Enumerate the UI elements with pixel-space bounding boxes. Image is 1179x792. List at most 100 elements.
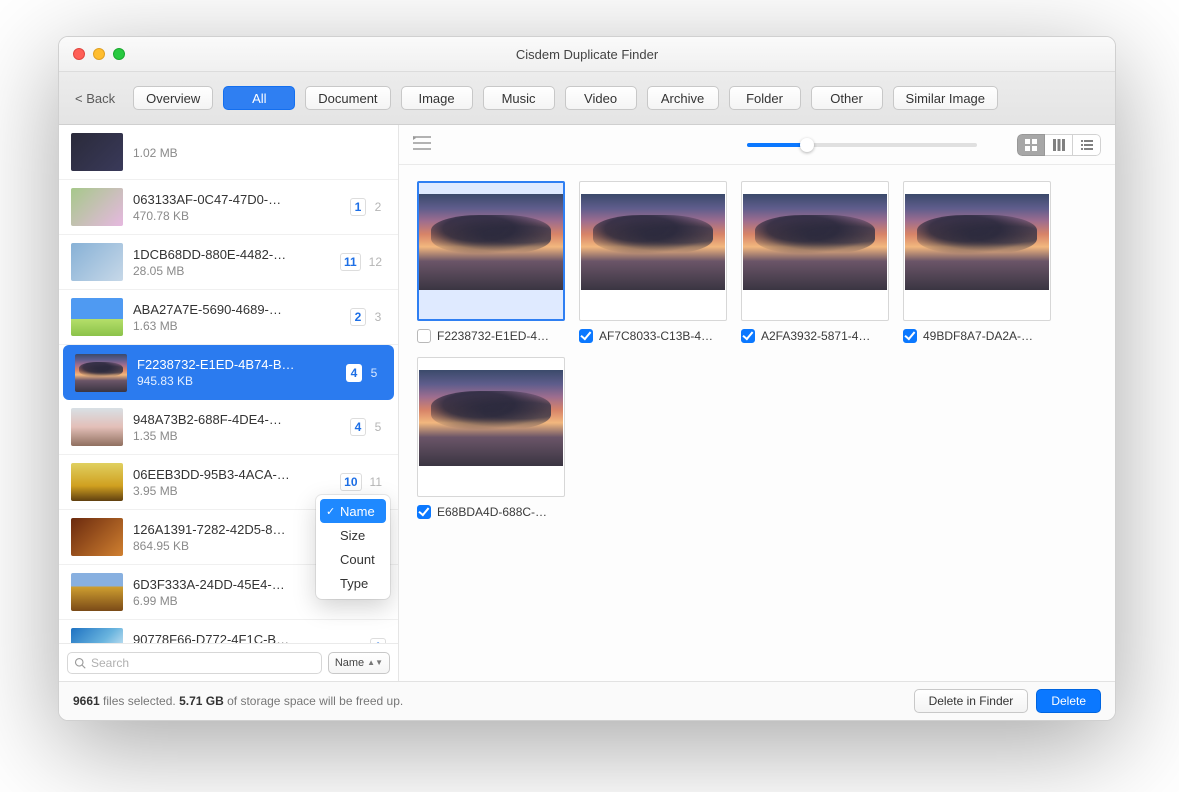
- thumbnail: [71, 628, 123, 643]
- sort-button[interactable]: Name ▲▼: [328, 652, 390, 674]
- tab-document[interactable]: Document: [305, 86, 390, 110]
- slider-knob[interactable]: [800, 138, 814, 152]
- tab-archive[interactable]: Archive: [647, 86, 719, 110]
- view-mode-toggle: [1017, 134, 1101, 156]
- minimize-icon[interactable]: [93, 48, 105, 60]
- checkbox[interactable]: [741, 329, 755, 343]
- view-grid-button[interactable]: [1017, 134, 1045, 156]
- list-item[interactable]: 063133AF-0C47-47D0-… 470.78 KB 1 2: [59, 180, 398, 235]
- count-selected: 1: [370, 638, 386, 643]
- checkbox[interactable]: [417, 329, 431, 343]
- sidebar-footer: Name ▲▼: [59, 643, 398, 681]
- checkbox[interactable]: [579, 329, 593, 343]
- count-selected: 4: [346, 364, 362, 382]
- item-name: AF7C8033-C13B-4…: [599, 329, 727, 343]
- tab-similar-image[interactable]: Similar Image: [893, 86, 998, 110]
- footer: 9661 files selected. 5.71 GB of storage …: [59, 681, 1115, 720]
- main-panel: F2238732-E1ED-4… AF7C8033-C13B-4…: [399, 125, 1115, 681]
- sort-option-size[interactable]: Size: [320, 523, 386, 547]
- delete-button[interactable]: Delete: [1036, 689, 1101, 713]
- item-size: 1.63 MB: [133, 319, 340, 333]
- thumbnail: [71, 463, 123, 501]
- list-item[interactable]: ABA27A7E-5690-4689-… 1.63 MB 2 3: [59, 290, 398, 345]
- item-name: F2238732-E1ED-4B74-B…: [137, 357, 336, 372]
- search-icon: [74, 657, 86, 669]
- count-selected: 11: [340, 253, 361, 271]
- traffic-lights: [59, 48, 125, 60]
- item-size: 1.35 MB: [133, 429, 340, 443]
- thumbnail: [579, 181, 727, 321]
- list-item[interactable]: 1DCB68DD-880E-4482-… 28.05 MB 11 12: [59, 235, 398, 290]
- tab-music[interactable]: Music: [483, 86, 555, 110]
- count-total: 2: [370, 198, 386, 216]
- tab-image[interactable]: Image: [401, 86, 473, 110]
- search-input[interactable]: [91, 656, 315, 670]
- thumbnail: [71, 298, 123, 336]
- item-size: 28.05 MB: [133, 264, 330, 278]
- item-counts: 2 3: [350, 308, 386, 326]
- sidebar-list[interactable]: 1.02 MB 063133AF-0C47-47D0-… 470.78 KB 1…: [59, 125, 398, 643]
- grid-item[interactable]: E68BDA4D-688C-…: [417, 357, 565, 519]
- item-name: F2238732-E1ED-4…: [437, 329, 565, 343]
- thumbnail: [71, 243, 123, 281]
- sort-option-type[interactable]: Type: [320, 571, 386, 595]
- item-name: A2FA3932-5871-4…: [761, 329, 889, 343]
- item-counts: 1: [370, 638, 386, 643]
- list-item[interactable]: 90778F66-D772-4F1C-B… 2.93 MB 1: [59, 620, 398, 643]
- count-selected: 2: [350, 308, 366, 326]
- item-size: 3.95 MB: [133, 484, 330, 498]
- view-list-button[interactable]: [1073, 134, 1101, 156]
- grid-item[interactable]: 49BDF8A7-DA2A-…: [903, 181, 1051, 343]
- tab-other[interactable]: Other: [811, 86, 883, 110]
- item-size: 470.78 KB: [133, 209, 340, 223]
- checkbox[interactable]: [417, 505, 431, 519]
- item-name: E68BDA4D-688C-…: [437, 505, 565, 519]
- checkbox[interactable]: [903, 329, 917, 343]
- chevron-updown-icon: ▲▼: [367, 658, 383, 667]
- thumbnail: [71, 573, 123, 611]
- toolbar: < Back Overview All Document Image Music…: [59, 72, 1115, 125]
- item-name: 948A73B2-688F-4DE4-…: [133, 412, 340, 427]
- list-item-selected[interactable]: F2238732-E1ED-4B74-B… 945.83 KB 4 5: [63, 345, 394, 400]
- item-name: 1DCB68DD-880E-4482-…: [133, 247, 330, 262]
- sort-option-name[interactable]: Name: [320, 499, 386, 523]
- tab-overview[interactable]: Overview: [133, 86, 213, 110]
- tab-folder[interactable]: Folder: [729, 86, 801, 110]
- footer-stats: 9661 files selected. 5.71 GB of storage …: [73, 694, 403, 708]
- grid-item[interactable]: F2238732-E1ED-4…: [417, 181, 565, 343]
- list-toggle-icon[interactable]: [413, 136, 431, 153]
- count-selected: 1: [350, 198, 366, 216]
- item-counts: 11 12: [340, 253, 386, 271]
- tab-video[interactable]: Video: [565, 86, 637, 110]
- close-icon[interactable]: [73, 48, 85, 60]
- thumbnail: [903, 181, 1051, 321]
- thumbnail: [417, 357, 565, 497]
- count-total: 11: [366, 473, 386, 491]
- item-size: 945.83 KB: [137, 374, 336, 388]
- item-counts: 10 11: [340, 473, 386, 491]
- zoom-icon[interactable]: [113, 48, 125, 60]
- tab-all[interactable]: All: [223, 86, 295, 110]
- list-item[interactable]: 1.02 MB: [59, 125, 398, 180]
- thumbnail-size-slider[interactable]: [747, 143, 977, 147]
- sort-button-label: Name: [335, 657, 364, 669]
- back-button[interactable]: < Back: [71, 91, 123, 106]
- grid-item[interactable]: A2FA3932-5871-4…: [741, 181, 889, 343]
- view-columns-button[interactable]: [1045, 134, 1073, 156]
- sort-option-count[interactable]: Count: [320, 547, 386, 571]
- main-toolbar: [399, 125, 1115, 165]
- item-name: 063133AF-0C47-47D0-…: [133, 192, 340, 207]
- count-selected: 10: [340, 473, 361, 491]
- list-item[interactable]: 948A73B2-688F-4DE4-… 1.35 MB 4 5: [59, 400, 398, 455]
- count-total: 3: [370, 308, 386, 326]
- item-counts: 4 5: [350, 418, 386, 436]
- count-selected: 4: [350, 418, 366, 436]
- sort-popup: Name Size Count Type: [316, 495, 390, 599]
- grid-item[interactable]: AF7C8033-C13B-4…: [579, 181, 727, 343]
- search-field[interactable]: [67, 652, 322, 674]
- thumbnail: [417, 181, 565, 321]
- sidebar: 1.02 MB 063133AF-0C47-47D0-… 470.78 KB 1…: [59, 125, 399, 681]
- count-total: 5: [366, 364, 382, 382]
- delete-in-finder-button[interactable]: Delete in Finder: [914, 689, 1029, 713]
- window-title: Cisdem Duplicate Finder: [59, 47, 1115, 62]
